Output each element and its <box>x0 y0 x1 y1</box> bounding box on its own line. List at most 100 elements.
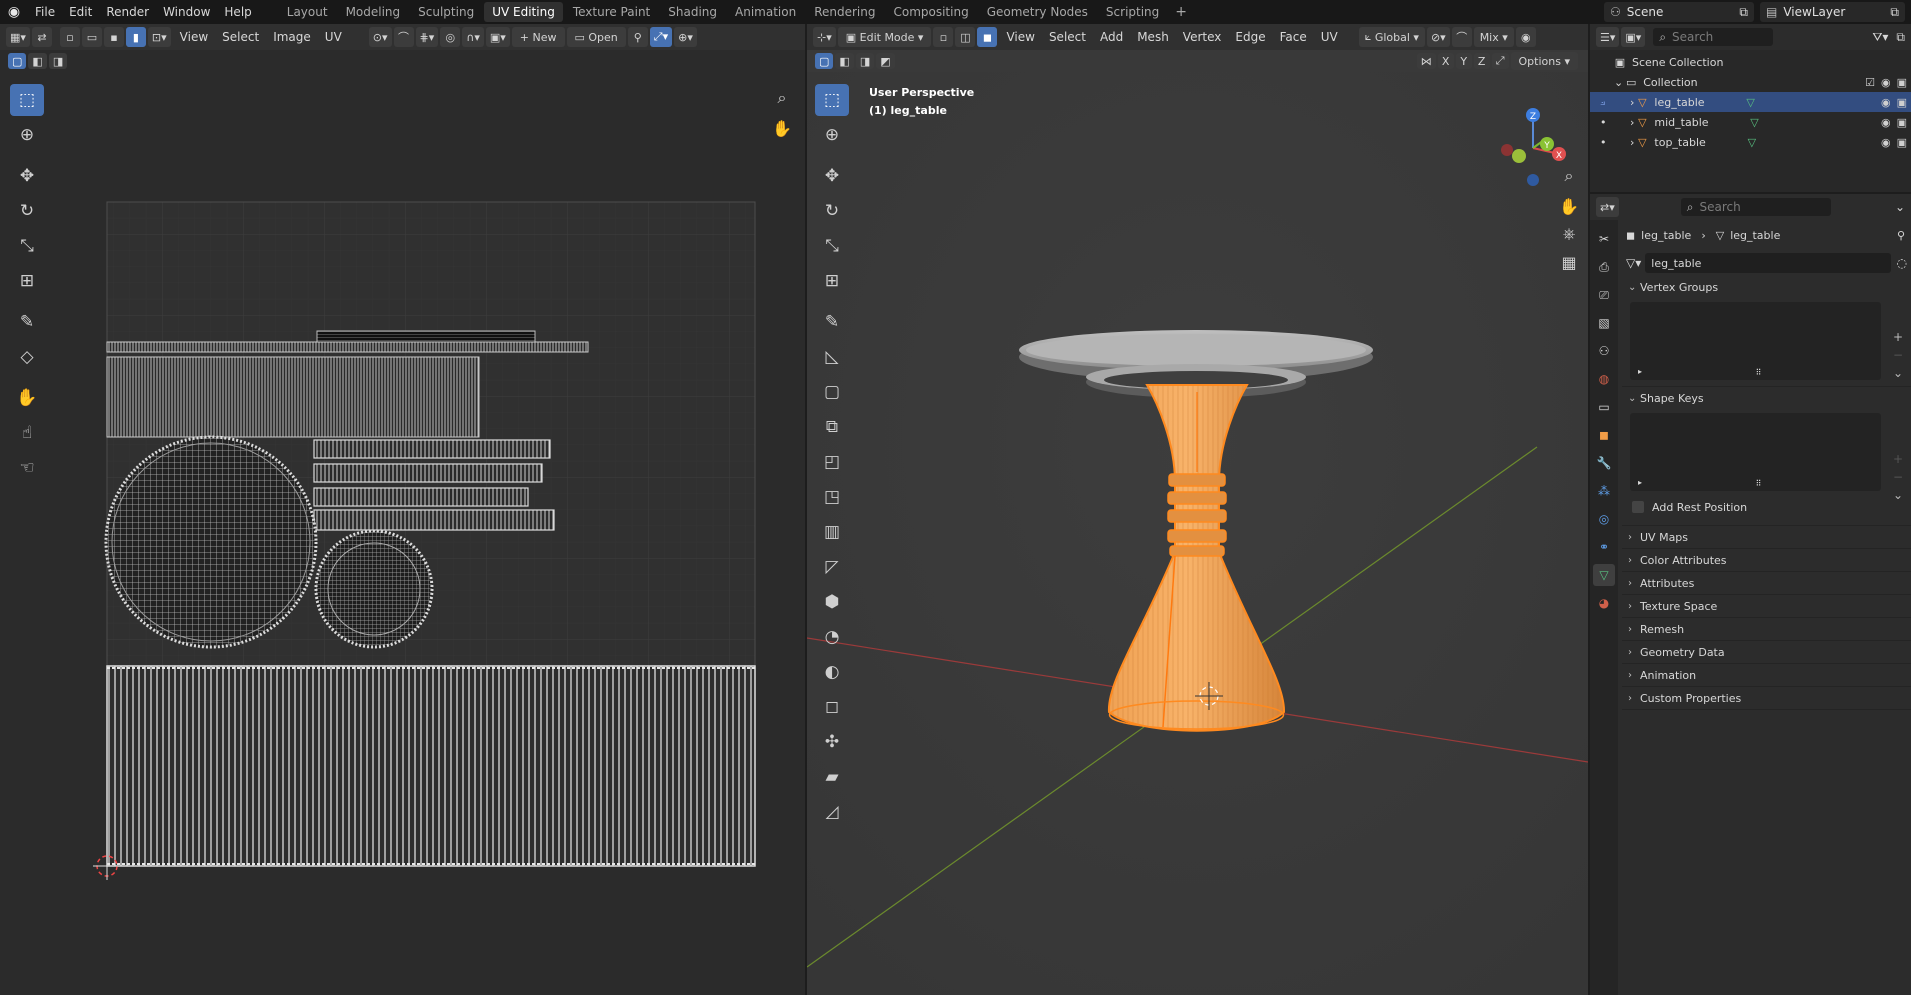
render-tab-icon[interactable]: ⎙ <box>1593 256 1615 278</box>
workspace-tab-rendering[interactable]: Rendering <box>806 2 883 22</box>
top-table-data-icon[interactable]: ▽ <box>1744 136 1760 149</box>
sticky-selection-icon[interactable]: ⇄ <box>31 27 52 47</box>
vertex-groups-expand-icon[interactable]: ▸ <box>1638 367 1642 376</box>
knife-tool-icon[interactable]: ◸ <box>815 551 849 583</box>
uv-island-block-top[interactable] <box>106 356 480 438</box>
transform-tool-icon[interactable]: ⊞ <box>10 265 44 297</box>
filter-icon[interactable]: ⛛▾ <box>1872 30 1888 45</box>
shape-key-add-icon[interactable]: + <box>1893 452 1903 466</box>
workspace-tab-modeling[interactable]: Modeling <box>338 2 409 22</box>
vertex-group-remove-icon[interactable]: − <box>1893 348 1903 362</box>
vp-cursor-tool-icon[interactable]: ⊕ <box>815 119 849 151</box>
select-new-icon[interactable]: ▢ <box>8 53 27 69</box>
outliner-item-mid-table[interactable]: • › ▽ mid_table ▽ ◉ ▣ <box>1590 112 1911 132</box>
outliner-search-input[interactable]: ⌕ Search <box>1653 28 1774 46</box>
color-attributes-panel-header[interactable]: › Color Attributes <box>1622 549 1911 571</box>
edit-mode-indicator-icon[interactable]: ⟓ <box>1600 95 1630 109</box>
outliner-item-leg-table[interactable]: ⟓ › ▽ leg_table ▽ ◉ ▣ <box>1590 92 1911 112</box>
uv-maps-panel-header[interactable]: › UV Maps <box>1622 526 1911 548</box>
workspace-tab-animation[interactable]: Animation <box>727 2 804 22</box>
leg-table-render-icon[interactable]: ▣ <box>1897 96 1907 109</box>
vp-select-invert-icon[interactable]: ◩ <box>876 53 895 69</box>
gizmo-toggle-icon[interactable]: ⤢▾ <box>649 27 673 47</box>
top-table-dot-icon[interactable]: • <box>1600 136 1630 149</box>
uv-island-ring-1[interactable] <box>313 439 551 459</box>
workspace-tab-geometry-nodes[interactable]: Geometry Nodes <box>979 2 1096 22</box>
vp-select-new-icon[interactable]: ▢ <box>815 53 834 69</box>
vp-zoom-icon[interactable]: ⌕ <box>1557 164 1581 188</box>
pivot-icon[interactable]: ⊙▾ <box>368 27 392 47</box>
annotate-tool-icon[interactable]: ✎ <box>10 306 44 338</box>
spin-tool-icon[interactable]: ◔ <box>815 621 849 653</box>
relax-tool-icon[interactable]: ☝ <box>10 417 44 449</box>
editor-type-icon[interactable]: ▦▾ <box>6 27 30 47</box>
island-select-icon[interactable]: ▮ <box>125 27 146 47</box>
ortho-toggle-icon[interactable]: ▦ <box>1557 250 1581 274</box>
vp-menu-uv[interactable]: UV <box>1314 30 1345 44</box>
uv-menu-select[interactable]: Select <box>215 30 266 44</box>
grab-tool-icon[interactable]: ✋ <box>10 382 44 414</box>
shape-keys-resize-icon[interactable]: ⠿ <box>1756 479 1762 488</box>
extrude-tool-icon[interactable]: ⧉ <box>815 411 849 443</box>
pinch-tool-icon[interactable]: ☜ <box>10 452 44 484</box>
vp-pan-icon[interactable]: ✋ <box>1557 194 1581 218</box>
workspace-tab-sculpting[interactable]: Sculpting <box>410 2 482 22</box>
remesh-panel-header[interactable]: › Remesh <box>1622 618 1911 640</box>
vp-menu-vertex[interactable]: Vertex <box>1176 30 1229 44</box>
new-view-layer-icon[interactable]: ⧉ <box>1890 5 1899 20</box>
inset-tool-icon[interactable]: ◰ <box>815 446 849 478</box>
workspace-tab-texture-paint[interactable]: Texture Paint <box>565 2 658 22</box>
rip-tool-icon[interactable]: ◇ <box>10 341 44 373</box>
zoom-icon[interactable]: ⌕ <box>770 86 794 110</box>
options-dropdown[interactable]: Options ▾ <box>1510 52 1578 70</box>
new-scene-icon[interactable]: ⧉ <box>1739 5 1748 20</box>
scene-collection-row[interactable]: ▣ Scene Collection <box>1590 52 1911 72</box>
vertex-select-icon[interactable]: ▫ <box>59 27 80 47</box>
modifiers-tab-icon[interactable]: 🔧 <box>1593 452 1615 474</box>
collection-expand-icon[interactable]: ⌄ <box>1614 76 1623 89</box>
material-tab-icon[interactable]: ◕ <box>1593 592 1615 614</box>
vp-select-extend-icon[interactable]: ◧ <box>835 53 854 69</box>
mirror-z-toggle[interactable]: Z <box>1473 53 1490 69</box>
pan-hand-icon[interactable]: ✋ <box>770 116 794 140</box>
mesh-datablock-icon[interactable]: ▽▾ <box>1626 256 1641 270</box>
uv-island-ring-2[interactable] <box>313 463 543 483</box>
properties-search-input[interactable]: ⌕ Search <box>1680 198 1831 216</box>
vp-transform-tool-icon[interactable]: ⊞ <box>815 265 849 297</box>
rip-region-tool-icon[interactable]: ◿ <box>815 796 849 828</box>
proportional-edit-icon[interactable]: ◎ <box>440 27 461 47</box>
top-table-visibility-icon[interactable]: ◉ <box>1881 136 1891 149</box>
uv-menu-view[interactable]: View <box>173 30 215 44</box>
cursor-tool-icon[interactable]: ⊕ <box>10 119 44 151</box>
menu-help[interactable]: Help <box>217 5 258 19</box>
collection-visibility-icon[interactable]: ◉ <box>1881 76 1891 89</box>
add-rest-position-checkbox[interactable] <box>1632 501 1644 513</box>
outliner-item-top-table[interactable]: • › ▽ top_table ▽ ◉ ▣ <box>1590 132 1911 152</box>
vp-menu-edge[interactable]: Edge <box>1228 30 1272 44</box>
image-browse-icon[interactable]: ▣▾ <box>485 27 510 47</box>
face-mode-icon[interactable]: ◼ <box>977 27 998 47</box>
display-mode-icon[interactable]: ▣▾ <box>1621 27 1646 47</box>
vp-move-tool-icon[interactable]: ✥ <box>815 160 849 192</box>
shape-key-remove-icon[interactable]: − <box>1893 470 1903 484</box>
scene-tab-icon[interactable]: ⚇ <box>1593 340 1615 362</box>
select-box-tool-icon[interactable]: ⬚ <box>10 84 44 116</box>
object-tab-icon[interactable]: ◼ <box>1593 424 1615 446</box>
new-image-button[interactable]: + New <box>511 27 565 47</box>
vp-menu-select[interactable]: Select <box>1042 30 1093 44</box>
uv-canvas[interactable] <box>0 72 805 995</box>
vp-menu-add[interactable]: Add <box>1093 30 1130 44</box>
vp-rotate-tool-icon[interactable]: ↻ <box>815 195 849 227</box>
vertex-groups-panel-header[interactable]: ⌄ Vertex Groups <box>1622 276 1911 298</box>
leg-table-visibility-icon[interactable]: ◉ <box>1881 96 1891 109</box>
shape-keys-expand-icon[interactable]: ▸ <box>1638 478 1642 487</box>
vertex-groups-list[interactable]: ▸ ⠿ <box>1630 302 1881 380</box>
tool-tab-icon[interactable]: ✂ <box>1593 228 1615 250</box>
properties-options-icon[interactable]: ⌄ <box>1895 200 1905 214</box>
uv-island-thin-strip[interactable] <box>106 341 589 353</box>
vertex-groups-resize-icon[interactable]: ⠿ <box>1756 368 1762 377</box>
properties-editor-type-icon[interactable]: ⇄▾ <box>1596 197 1619 217</box>
new-collection-icon[interactable]: ⧉ <box>1896 30 1905 45</box>
workspace-tab-shading[interactable]: Shading <box>660 2 725 22</box>
top-table-render-icon[interactable]: ▣ <box>1897 136 1907 149</box>
